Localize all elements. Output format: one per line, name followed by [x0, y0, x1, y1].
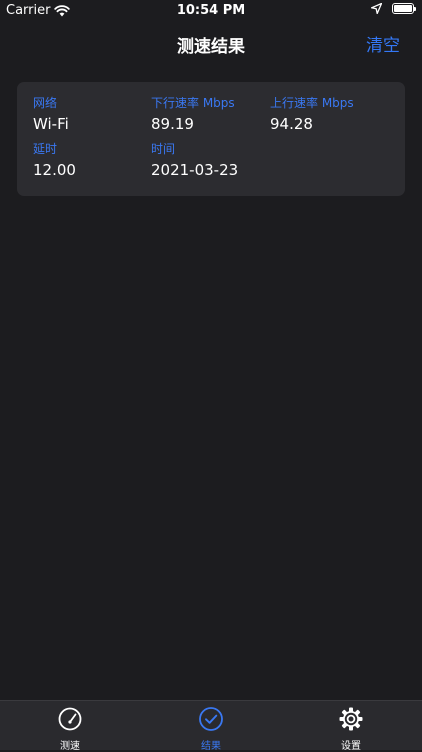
- upload-value: 94.28: [270, 115, 313, 133]
- download-label: 下行速率 Mbps: [151, 96, 235, 110]
- network-label: 网络: [33, 96, 58, 110]
- download-value: 89.19: [151, 115, 194, 133]
- battery-icon: [392, 3, 416, 14]
- time-value: 2021-03-23: [151, 161, 239, 179]
- status-time: 10:54 PM: [176, 3, 246, 18]
- time-field: 时间 2021-03-23: [151, 142, 238, 180]
- battery-level: [394, 5, 412, 12]
- status-bar: Carrier 10:54 PM: [0, 0, 422, 22]
- latency-label: 延时: [33, 142, 58, 156]
- page-title: 测速结果: [177, 37, 245, 57]
- check-circle-icon: [199, 707, 223, 731]
- result-card[interactable]: 网络 Wi-Fi 下行速率 Mbps 89.19 上行速率 Mbps 94.28…: [17, 82, 405, 196]
- download-field: 下行速率 Mbps 89.19: [151, 96, 235, 134]
- tab-results[interactable]: 结果: [171, 706, 251, 752]
- status-right-group: [371, 3, 416, 14]
- network-value: Wi-Fi: [33, 115, 69, 133]
- latency-value: 12.00: [33, 161, 76, 179]
- latency-field: 延时 12.00: [33, 142, 76, 180]
- location-arrow-icon: [371, 3, 382, 14]
- tab-settings[interactable]: 设置: [311, 706, 391, 752]
- time-label: 时间: [151, 142, 176, 156]
- nav-bar: 测速结果 清空: [0, 22, 422, 66]
- gear-icon: [339, 707, 363, 731]
- upload-label: 上行速率 Mbps: [270, 96, 354, 110]
- speedometer-icon: [58, 707, 82, 731]
- clear-button[interactable]: 清空: [366, 31, 400, 56]
- upload-field: 上行速率 Mbps 94.28: [270, 96, 354, 134]
- tab-speedtest[interactable]: 测速: [30, 706, 110, 752]
- tab-bar: 测速 结果 设置: [0, 700, 422, 752]
- network-field: 网络 Wi-Fi: [33, 96, 69, 134]
